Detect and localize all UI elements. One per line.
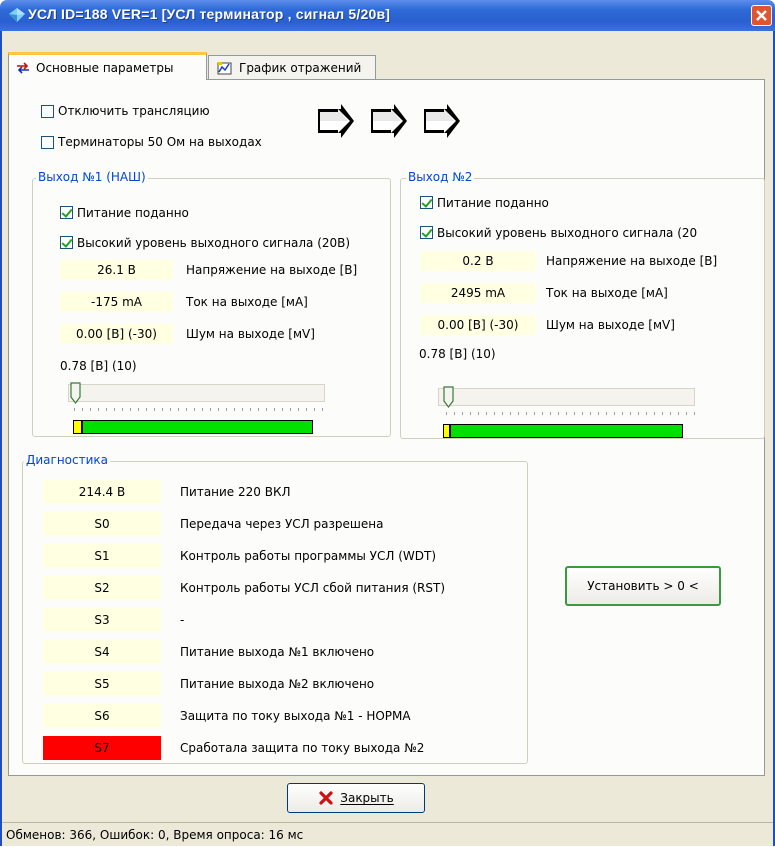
terminators-label: Терминаторы 50 Ом на выходах: [58, 135, 262, 149]
diamond-icon: [9, 8, 25, 22]
window-title: УСЛ ID=188 VER=1 [УСЛ терминатор , сигна…: [28, 6, 391, 22]
diagnostic-label: Сработала защита по току выхода №2: [180, 741, 425, 755]
close-button-label: Закрыть: [340, 791, 394, 805]
diagnostic-label: Защита по току выхода №1 - НОРМА: [180, 709, 411, 723]
close-button[interactable]: Закрыть: [287, 783, 425, 813]
output-1-title: Выход №1 (НАШ): [36, 170, 148, 184]
close-icon[interactable]: [751, 5, 772, 26]
output-2-voltage-label: Напряжение на выходе [В]: [546, 254, 718, 268]
output-2-slider[interactable]: [438, 388, 695, 406]
diagnostic-label: Контроль работы УСЛ сбой питания (RST): [180, 581, 446, 595]
output-2-slider-ticks: [446, 412, 696, 415]
output-1-current-value: -175 mA: [60, 292, 173, 312]
diagnostic-code: S4: [43, 640, 161, 664]
diagnostic-code: S0: [43, 512, 161, 536]
diagnostic-label: Передача через УСЛ разрешена: [180, 517, 384, 531]
output-1-level-bar: [73, 420, 313, 434]
diagnostic-code: S1: [43, 544, 161, 568]
diagnostics-title: Диагностика: [24, 453, 111, 467]
x-icon: [318, 790, 334, 806]
output-2-noise-label: Шум на выходе [мV]: [546, 318, 675, 332]
output-1-noise-value: 0.00 [В] (-30): [60, 324, 173, 344]
set-zero-button[interactable]: Установить > 0 <: [565, 566, 721, 606]
output-2-power-label: Питание поданно: [437, 196, 549, 210]
output-1-level-bar-fill: [74, 421, 84, 433]
output-1-high-level-label: Высокий уровень выходного сигнала (20В): [77, 236, 351, 250]
diagnostic-label: Питание 220 ВКЛ: [180, 485, 291, 499]
output-2-power-checkbox[interactable]: [420, 196, 433, 209]
output-1-voltage-value: 26.1 В: [60, 260, 173, 280]
tab-reflection-graph[interactable]: График отражений: [208, 55, 376, 79]
output-1-slider[interactable]: [68, 384, 325, 402]
output-2-level-bar-fill: [444, 425, 451, 437]
diagnostic-label: -: [180, 613, 185, 627]
output-1-slider-thumb[interactable]: [70, 382, 81, 404]
terminators-checkbox[interactable]: [41, 136, 54, 149]
output-1-slider-ticks: [74, 408, 324, 411]
diagnostic-code: 214.4 В: [43, 480, 161, 504]
output-1-level-text: 0.78 [В] (10): [60, 359, 137, 373]
tab-main-label: Основные параметры: [36, 60, 174, 75]
output-1-voltage-label: Напряжение на выходе [В]: [186, 263, 358, 277]
output-1-power-checkbox[interactable]: [60, 206, 73, 219]
output-1-high-level-checkbox[interactable]: [60, 236, 73, 249]
diagnostic-label: Питание выхода №2 включено: [180, 677, 375, 691]
disable-translation-label: Отключить трансляцию: [58, 104, 210, 118]
output-1-power-label: Питание поданно: [77, 206, 189, 220]
chart-icon: [217, 61, 233, 75]
output-2-high-level-checkbox[interactable]: [420, 226, 433, 239]
output-2-slider-thumb[interactable]: [443, 386, 454, 408]
tab-main-parameters[interactable]: Основные параметры: [8, 52, 207, 80]
status-bar: Обменов: 366, Ошибок: 0, Время опроса: 1…: [2, 822, 773, 846]
diagnostic-code: S7: [43, 736, 161, 760]
diagnostic-code: S6: [43, 704, 161, 728]
disable-translation-checkbox[interactable]: [41, 105, 54, 118]
tab-graph-label: График отражений: [239, 60, 362, 75]
diagnostic-label: Питание выхода №1 включено: [180, 645, 375, 659]
arrow-right-button-3[interactable]: [421, 101, 463, 143]
output-2-noise-value: 0.00 [В] (-30): [420, 315, 536, 335]
arrows-icon: [16, 61, 30, 74]
diagnostic-label: Контроль работы программы УСЛ (WDT): [180, 549, 437, 563]
output-2-title: Выход №2: [406, 170, 475, 184]
output-2-current-value: 2495 mA: [420, 283, 536, 303]
output-1-current-label: Ток на выходе [мА]: [186, 295, 308, 309]
arrow-right-button-2[interactable]: [368, 101, 410, 143]
arrow-right-button-1[interactable]: [315, 101, 357, 143]
output-1-noise-label: Шум на выходе [мV]: [186, 327, 315, 341]
output-2-level-bar: [443, 424, 683, 438]
output-2-level-text: 0.78 [В] (10): [419, 347, 496, 361]
output-2-high-level-label: Высокий уровень выходного сигнала (20: [437, 226, 698, 240]
output-2-voltage-value: 0.2 В: [420, 251, 536, 271]
output-2-current-label: Ток на выходе [мА]: [546, 286, 668, 300]
diagnostic-code: S5: [43, 672, 161, 696]
diagnostic-code: S3: [43, 608, 161, 632]
diagnostic-code: S2: [43, 576, 161, 600]
